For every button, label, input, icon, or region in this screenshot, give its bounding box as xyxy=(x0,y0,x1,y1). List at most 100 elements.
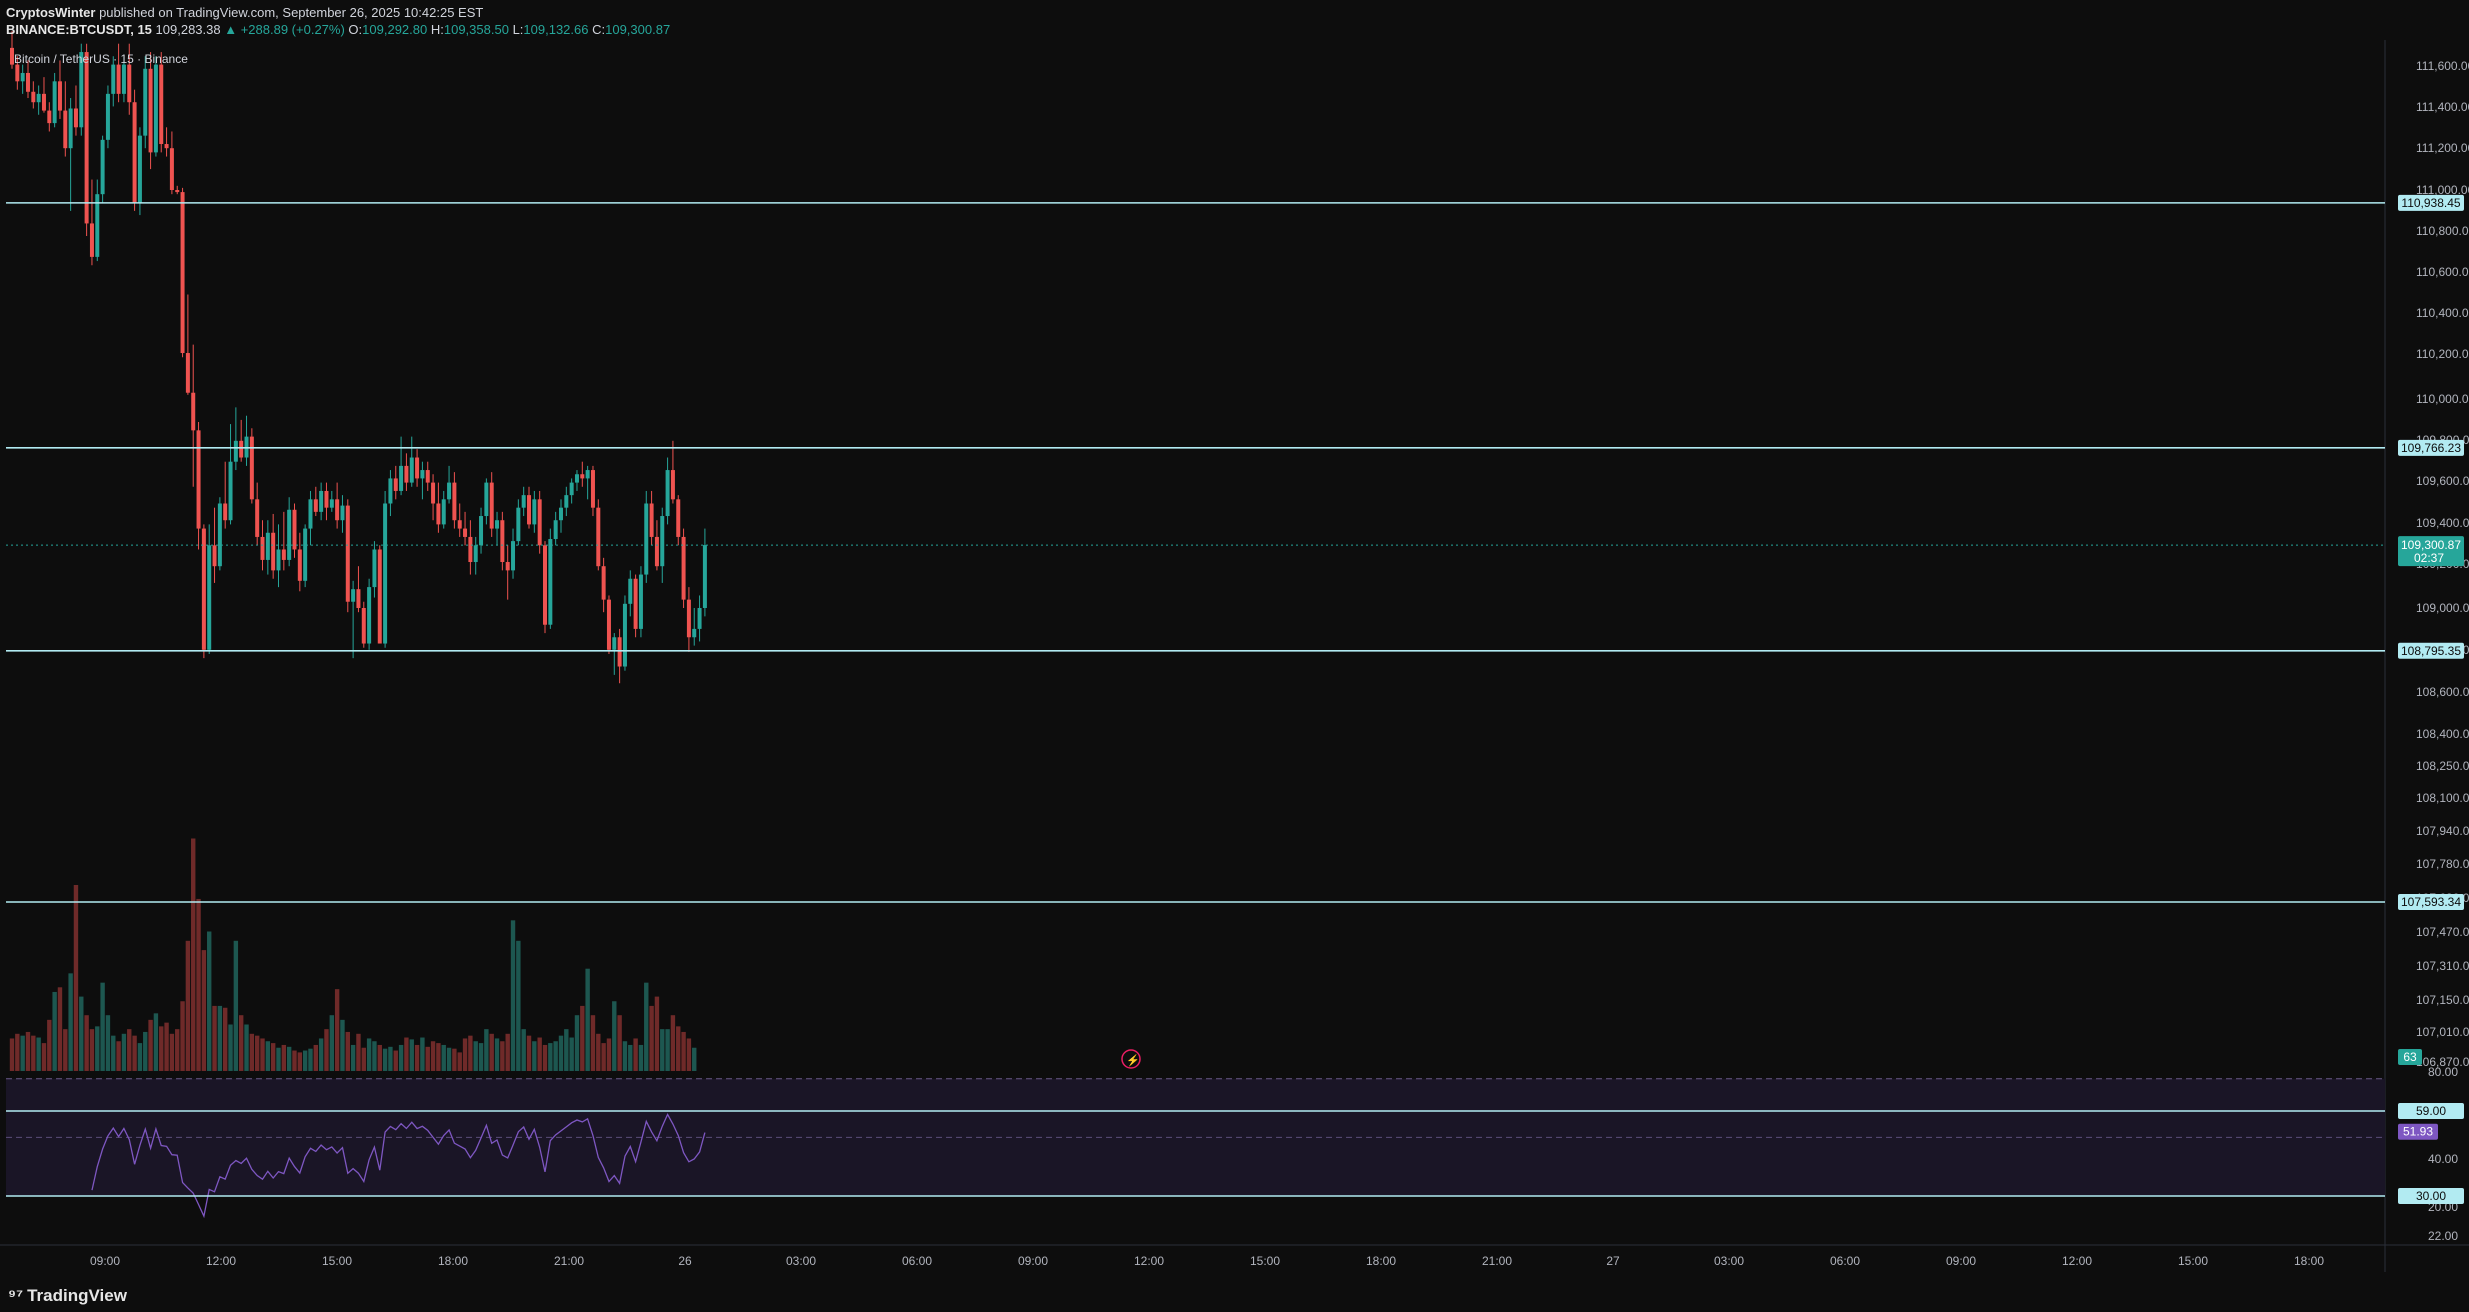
volume-bar xyxy=(692,1047,697,1071)
volume-bar xyxy=(558,1035,564,1071)
candle-body xyxy=(287,509,292,560)
candle-body xyxy=(553,520,558,540)
time-tick-label: 21:00 xyxy=(1482,1254,1512,1268)
price-tick-label: 108,100.00 xyxy=(2416,791,2469,805)
volume-bar xyxy=(260,1038,265,1071)
publish-info: CryptosWinter published on TradingView.c… xyxy=(6,5,483,20)
candle-body xyxy=(356,589,361,608)
volume-bar xyxy=(329,1015,334,1071)
volume-bar xyxy=(382,1048,388,1071)
rsi-tick-label: 40.00 xyxy=(2428,1152,2458,1166)
candle-body xyxy=(175,190,180,193)
volume-bar xyxy=(446,1047,452,1071)
candle-body xyxy=(452,482,457,521)
price-tick-label: 109,600.00 xyxy=(2416,474,2469,488)
time-tick-label: 15:00 xyxy=(1250,1254,1280,1268)
candle-body xyxy=(404,465,409,483)
ohlc-legend: BINANCE:BTCUSDT, 15 109,283.38 ▲ +288.89… xyxy=(6,22,670,37)
volume-badge: 63 xyxy=(2403,1050,2417,1064)
candle-body xyxy=(89,223,94,257)
candle-body xyxy=(319,490,324,512)
candle-body xyxy=(441,499,446,525)
volume-bar xyxy=(409,1039,414,1071)
price-tick-label: 108,250.00 xyxy=(2416,759,2469,773)
volume-bar xyxy=(681,1031,686,1071)
volume-bar xyxy=(665,1029,670,1071)
volume-bar xyxy=(457,1052,462,1071)
volume-bar xyxy=(526,1035,532,1071)
candle-body xyxy=(367,587,372,644)
candle-body xyxy=(617,637,622,667)
candle-body xyxy=(399,465,404,491)
volume-bar xyxy=(31,1035,36,1071)
volume-bar xyxy=(302,1050,308,1071)
volume-bar xyxy=(596,1033,601,1071)
volume-bar xyxy=(270,1043,276,1071)
time-tick-label: 21:00 xyxy=(554,1254,584,1268)
candle-body xyxy=(463,528,468,537)
author[interactable]: CryptosWinter xyxy=(6,5,95,20)
volume-bar xyxy=(228,1024,233,1071)
close-value: 109,300.87 xyxy=(605,22,671,37)
candle-body xyxy=(52,81,57,124)
candle-body xyxy=(164,144,169,149)
symbol[interactable]: BINANCE:BTCUSDT, 15 xyxy=(6,22,152,37)
candle-body xyxy=(41,93,46,111)
time-tick-label: 18:00 xyxy=(1366,1254,1396,1268)
lightning-glyph: ⚡ xyxy=(1126,1054,1140,1067)
price-tick-label: 107,940.00 xyxy=(2416,824,2469,838)
volume-bar xyxy=(20,1035,25,1071)
volume-bar xyxy=(644,982,649,1071)
horizontal-levels[interactable] xyxy=(6,202,2385,1197)
tv-logo-icon: ⁹⁷ xyxy=(8,1286,24,1305)
volume-bar xyxy=(510,920,516,1071)
volume-bar xyxy=(223,1007,228,1071)
candle-body xyxy=(63,110,68,149)
candle-body xyxy=(233,440,238,462)
volume-bar xyxy=(324,1029,329,1071)
open-value: 109,292.80 xyxy=(362,22,428,37)
candle-body xyxy=(644,503,649,575)
candle-body xyxy=(676,499,681,537)
rsi-value-label: 51.93 xyxy=(2403,1125,2433,1139)
volume-bar xyxy=(105,1015,111,1071)
level-badge: 107,593.34 xyxy=(2401,895,2461,909)
volume-bar xyxy=(340,1019,345,1071)
price-tick-label: 111,600.00 xyxy=(2416,59,2469,73)
time-tick-label: 12:00 xyxy=(2062,1254,2092,1268)
candle-body xyxy=(649,503,654,537)
volume-bar xyxy=(41,1043,47,1071)
candle-body xyxy=(148,68,153,153)
volume-bar xyxy=(25,1031,31,1071)
tradingview-logo[interactable]: ⁹⁷ TradingView xyxy=(8,1286,127,1306)
candle-body xyxy=(537,499,542,546)
chart-canvas[interactable]: ⚡ 111,600.00111,400.00111,200.00111,000.… xyxy=(0,0,2469,1312)
candle-body xyxy=(596,507,601,567)
candle-body xyxy=(217,503,222,567)
candle-body xyxy=(489,482,494,529)
volume-bar xyxy=(649,1005,654,1071)
candle-body xyxy=(372,549,377,588)
time-tick-label: 12:00 xyxy=(206,1254,236,1268)
volume-bar xyxy=(68,973,73,1071)
volume-bar xyxy=(180,1001,185,1071)
candle-body xyxy=(393,478,398,491)
candle-body xyxy=(585,470,590,479)
volume-bar xyxy=(233,940,239,1071)
volume-bar xyxy=(276,1047,281,1071)
candle-body xyxy=(425,470,430,483)
candle-body xyxy=(207,545,212,650)
volume-bar xyxy=(686,1038,692,1071)
volume-bar xyxy=(484,1029,489,1071)
candle-body xyxy=(340,505,345,521)
candle-body xyxy=(132,102,137,203)
volume-bar xyxy=(169,1033,175,1071)
candle-body xyxy=(388,478,393,504)
candle-body xyxy=(633,578,638,629)
candle-body xyxy=(500,520,505,563)
candle-body xyxy=(153,64,158,153)
candle-body xyxy=(431,482,436,504)
candle-body xyxy=(116,64,121,94)
candle-body xyxy=(479,516,484,546)
volume-bar xyxy=(137,1043,143,1071)
